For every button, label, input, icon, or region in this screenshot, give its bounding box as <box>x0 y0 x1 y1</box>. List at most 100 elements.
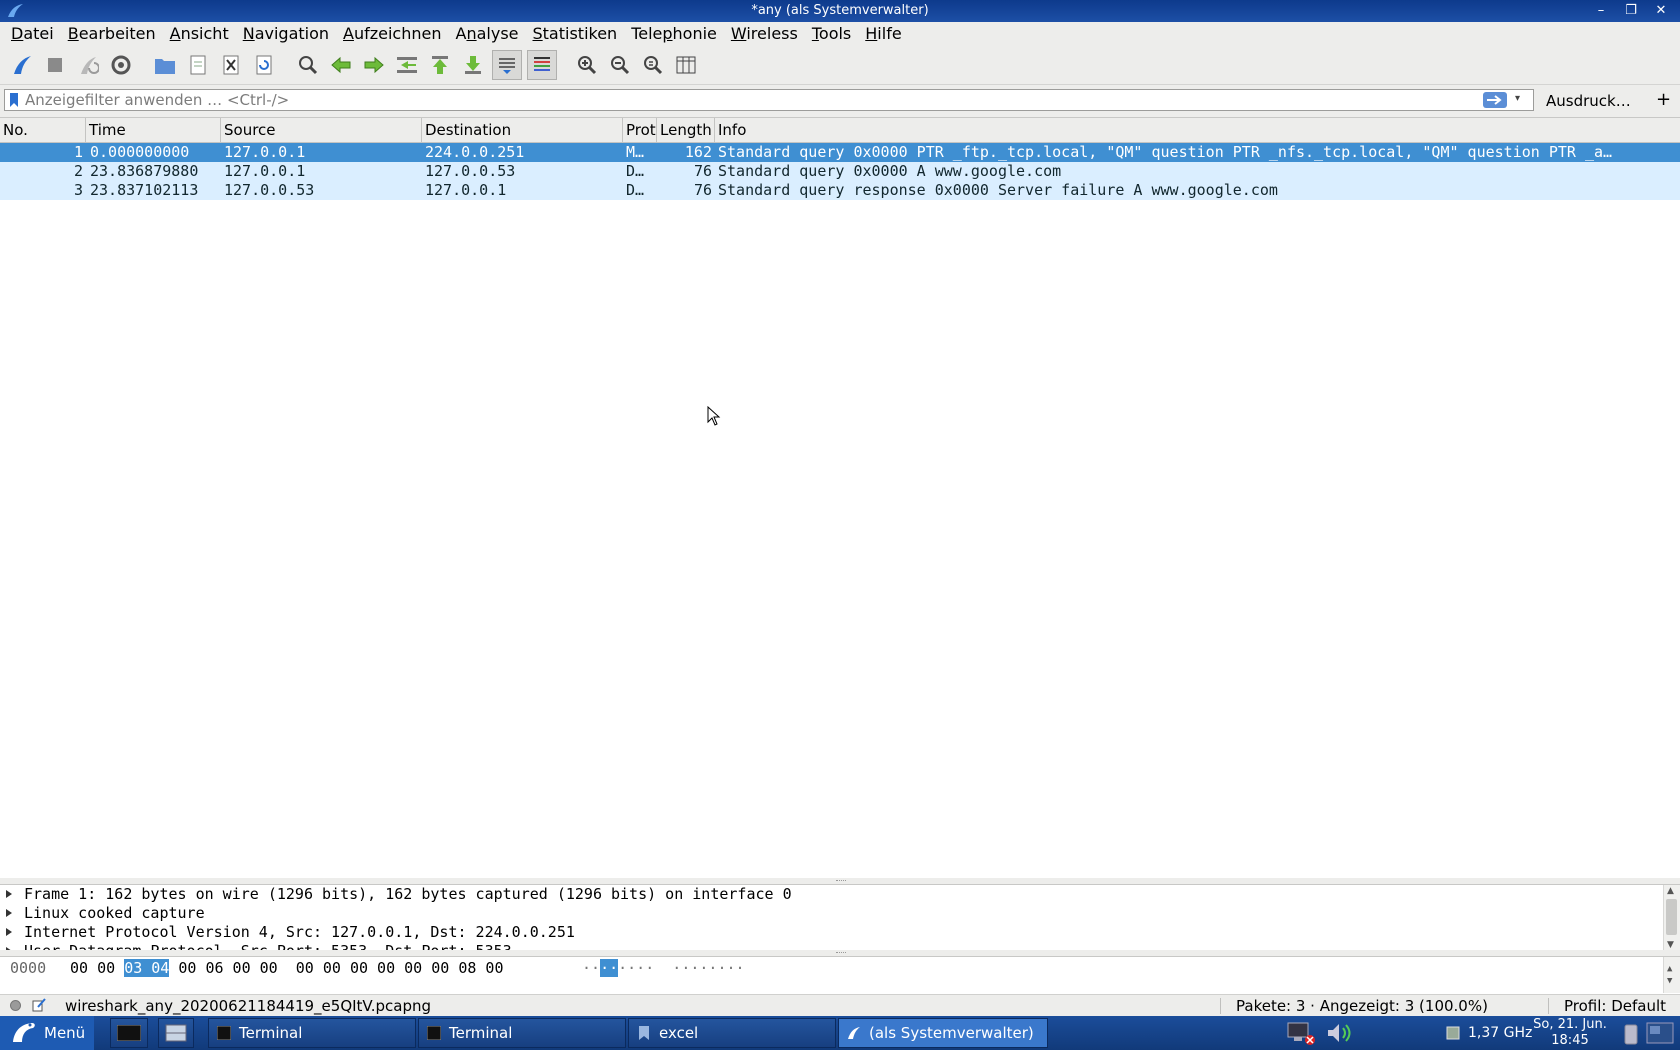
terminal-launcher-icon <box>117 1025 141 1041</box>
scroll-up-icon[interactable]: ▲ <box>1667 886 1674 896</box>
packet-row[interactable]: 2 23.836879880 127.0.0.1 127.0.0.53 D… 7… <box>0 162 1680 181</box>
detail-tree-item[interactable]: Frame 1: 162 bytes on wire (1296 bits), … <box>0 885 1660 904</box>
menu-statistiken[interactable]: Statistiken <box>526 22 625 46</box>
stop-capture-icon[interactable] <box>41 51 69 79</box>
taskbar-task-excel[interactable]: excel <box>628 1018 836 1048</box>
resize-columns-icon[interactable] <box>672 51 700 79</box>
packet-row[interactable]: 3 23.837102113 127.0.0.53 127.0.0.1 D… 7… <box>0 181 1680 200</box>
zoom-out-icon[interactable] <box>606 51 634 79</box>
start-capture-icon[interactable] <box>8 51 36 79</box>
file-manager-launcher[interactable] <box>158 1018 194 1048</box>
go-back-icon[interactable] <box>327 51 355 79</box>
menu-datei[interactable]: Datei <box>4 22 61 46</box>
hex-dump[interactable]: 00 00 03 04 00 06 00 00 00 00 00 00 00 0… <box>70 957 503 979</box>
packet-no: 2 <box>73 162 83 180</box>
trash-icon[interactable] <box>1622 1022 1640 1046</box>
close-icon[interactable]: ✕ <box>1648 2 1674 20</box>
desktop-switcher-icon[interactable] <box>1646 1021 1674 1045</box>
packet-info: Standard query response 0x0000 Server fa… <box>718 181 1278 199</box>
network-disconnected-icon[interactable] <box>1286 1021 1316 1045</box>
filter-history-dropdown-icon[interactable]: ▾ <box>1515 93 1527 107</box>
bytes-scrollbar[interactable]: ▲ ▼ <box>1663 957 1680 993</box>
wireshark-app-icon <box>848 1027 860 1039</box>
packet-protocol: D… <box>626 181 645 199</box>
status-profile[interactable]: Profil: Default <box>1564 995 1666 1017</box>
packet-source: 127.0.0.1 <box>224 162 306 180</box>
cpu-frequency-icon[interactable] <box>1444 1024 1462 1042</box>
menu-aufzeichnen[interactable]: Aufzeichnen <box>336 22 448 46</box>
start-menu-button[interactable]: Menü <box>0 1016 94 1050</box>
column-header-info[interactable]: Info <box>715 118 1680 142</box>
restart-capture-icon[interactable] <box>74 51 102 79</box>
mouse-cursor-icon <box>707 406 721 426</box>
detail-tree-item[interactable]: Internet Protocol Version 4, Src: 127.0.… <box>0 923 1660 942</box>
go-to-packet-icon[interactable] <box>393 51 421 79</box>
open-file-icon[interactable] <box>151 51 179 79</box>
zoom-normal-icon[interactable] <box>639 51 667 79</box>
menu-bearbeiten[interactable]: Bearbeiten <box>61 22 163 46</box>
show-desktop-button[interactable] <box>110 1018 148 1048</box>
taskbar-task-wireshark[interactable]: (als Systemverwalter) <box>838 1018 1048 1048</box>
column-header-protocol[interactable]: Prot <box>623 118 657 142</box>
autoscroll-icon[interactable] <box>492 50 522 80</box>
go-first-packet-icon[interactable] <box>426 51 454 79</box>
maximize-icon[interactable]: ❐ <box>1618 2 1644 20</box>
detail-tree-item[interactable]: Linux cooked capture <box>0 904 1660 923</box>
column-header-source[interactable]: Source <box>221 118 422 142</box>
document-icon <box>639 1026 649 1040</box>
menu-telephonie[interactable]: Telephonie <box>624 22 724 46</box>
packet-info: Standard query 0x0000 PTR _ftp._tcp.loca… <box>718 143 1613 161</box>
filter-bookmark-icon[interactable] <box>9 93 19 107</box>
go-last-packet-icon[interactable] <box>459 51 487 79</box>
close-file-icon[interactable] <box>217 51 245 79</box>
clock[interactable]: So, 21. Jun. 18:45 <box>1530 1017 1610 1049</box>
expand-arrow-icon[interactable] <box>6 890 12 898</box>
title-bar: *any (als Systemverwalter) – ❐ ✕ <box>0 0 1680 22</box>
expression-button[interactable]: Ausdruck… <box>1546 92 1631 110</box>
find-packet-icon[interactable] <box>294 51 322 79</box>
packet-bytes-pane: 0000 00 00 03 04 00 06 00 00 00 00 00 00… <box>0 956 1680 993</box>
display-filter-bar: ▾ Ausdruck… + <box>0 85 1680 118</box>
column-header-no[interactable]: No. <box>0 118 86 142</box>
taskbar-task-terminal-1[interactable]: Terminal <box>208 1018 416 1048</box>
ascii-dump[interactable]: ········ ········ <box>582 957 745 979</box>
scroll-down-icon[interactable]: ▼ <box>1667 940 1674 950</box>
save-file-icon[interactable] <box>184 51 212 79</box>
main-toolbar <box>0 46 1680 85</box>
capture-comment-icon[interactable] <box>32 998 46 1012</box>
expert-info-led-icon[interactable] <box>10 1000 21 1011</box>
menu-tools[interactable]: Tools <box>805 22 858 46</box>
minimize-icon[interactable]: – <box>1588 2 1614 20</box>
packet-time: 0.000000000 <box>90 143 190 161</box>
capture-options-icon[interactable] <box>107 51 135 79</box>
reload-file-icon[interactable] <box>250 51 278 79</box>
colorize-icon[interactable] <box>527 50 557 80</box>
packet-length: 162 <box>684 143 712 161</box>
packet-source: 127.0.0.1 <box>224 143 306 161</box>
zoom-in-icon[interactable] <box>573 51 601 79</box>
taskbar-task-terminal-2[interactable]: Terminal <box>418 1018 626 1048</box>
packet-row[interactable]: 1 0.000000000 127.0.0.1 224.0.0.251 M… 1… <box>0 143 1680 162</box>
expand-arrow-icon[interactable] <box>6 909 12 917</box>
menu-navigation[interactable]: Navigation <box>236 22 336 46</box>
display-filter-input[interactable] <box>25 91 1485 109</box>
status-bar: wireshark_any_20200621184419_e5QItV.pcap… <box>0 994 1680 1017</box>
start-menu-label: Menü <box>44 1024 86 1042</box>
menu-analyse[interactable]: Analyse <box>449 22 526 46</box>
go-forward-icon[interactable] <box>360 51 388 79</box>
packet-list-header: No. Time Source Destination Prot Length … <box>0 118 1680 143</box>
apply-filter-arrow-icon[interactable] <box>1483 92 1507 108</box>
menu-hilfe[interactable]: Hilfe <box>858 22 908 46</box>
packet-source: 127.0.0.53 <box>224 181 315 199</box>
column-header-destination[interactable]: Destination <box>422 118 623 142</box>
menu-wireless[interactable]: Wireless <box>724 22 805 46</box>
menu-ansicht[interactable]: Ansicht <box>163 22 236 46</box>
column-header-length[interactable]: Length <box>657 118 715 142</box>
details-scrollbar[interactable]: ▲ ▼ <box>1663 885 1680 951</box>
volume-icon[interactable] <box>1326 1022 1354 1044</box>
column-header-time[interactable]: Time <box>86 118 221 142</box>
scroll-down-icon[interactable]: ▼ <box>1667 970 1672 992</box>
scrollbar-thumb[interactable] <box>1666 899 1677 935</box>
expand-arrow-icon[interactable] <box>6 928 12 936</box>
add-filter-button[interactable]: + <box>1656 89 1671 110</box>
